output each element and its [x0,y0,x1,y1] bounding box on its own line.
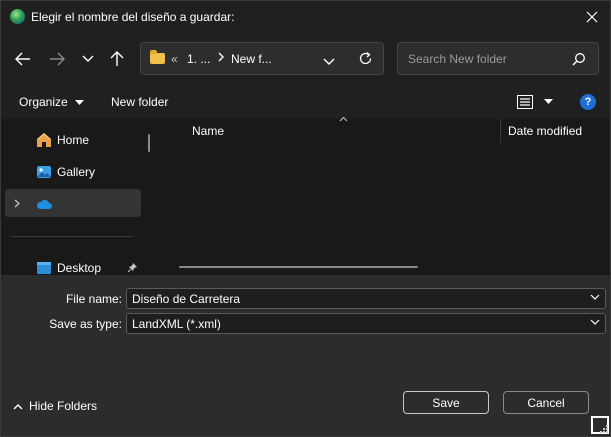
close-button[interactable] [577,3,607,31]
sidebar-item-label: Home [57,133,90,147]
breadcrumb-item[interactable]: 1. ... [187,52,210,66]
organize-label: Organize [19,95,68,109]
save-type-select[interactable]: LandXML (*.xml) [126,313,606,334]
pin-icon[interactable] [127,262,138,273]
forward-button[interactable] [46,48,68,70]
sidebar-item-label: Gallery [57,165,96,179]
folder-icon [150,50,165,64]
search-box[interactable] [397,42,599,75]
horizontal-scrollbar[interactable] [179,266,418,268]
filename-field[interactable]: Diseño de Carretera [126,288,606,309]
address-dropdown-icon[interactable] [323,55,335,69]
search-input[interactable] [406,49,570,69]
back-button[interactable] [12,48,34,70]
gallery-icon [37,166,51,178]
app-icon [10,9,25,24]
chevron-up-icon [13,403,23,409]
chevron-down-icon [82,55,94,62]
up-button[interactable] [106,48,128,70]
help-icon[interactable]: ? [580,94,596,110]
sidebar-item-onedrive[interactable] [5,189,141,217]
arrow-left-icon [15,52,30,66]
navigation-pane: Home Gallery Desktop [1,119,153,275]
sidebar-divider [11,236,133,237]
command-bar: Organize New folder ? [1,87,610,119]
hide-folders-button[interactable]: Hide Folders [13,399,97,413]
resize-grip-icon[interactable] [590,415,610,435]
caret-down-icon [544,99,554,104]
sidebar-scrollbar[interactable] [148,134,150,152]
title-bar: Elegir el nombre del diseño a guardar: [1,1,610,33]
column-divider[interactable] [500,119,501,143]
view-options-button[interactable] [517,95,554,112]
chevron-right-icon[interactable] [14,199,21,208]
breadcrumb-item[interactable]: New f... [231,52,272,66]
new-folder-button[interactable]: New folder [111,95,168,109]
list-view-icon [517,95,533,109]
save-dialog: Elegir el nombre del diseño a guardar: «… [0,0,611,437]
column-header-name[interactable]: Name [192,124,224,138]
breadcrumb-separator-icon [217,51,225,66]
save-type-label: Save as type: [49,317,122,331]
filename-label: File name: [65,292,122,306]
save-button[interactable]: Save [403,391,489,414]
search-icon[interactable] [572,52,586,69]
home-icon [37,133,51,147]
refresh-icon[interactable] [358,51,373,69]
arrow-up-icon [110,51,124,66]
organize-menu[interactable]: Organize [19,95,85,109]
recent-locations-button[interactable] [77,48,99,70]
hide-folders-label: Hide Folders [29,399,98,413]
sidebar-item-label: Desktop [57,261,102,275]
window-title: Elegir el nombre del diseño a guardar: [31,10,235,24]
filename-value[interactable]: Diseño de Carretera [132,292,240,306]
caret-down-icon [75,99,85,105]
cancel-button[interactable]: Cancel [503,391,589,414]
save-type-value: LandXML (*.xml) [132,317,221,331]
column-header-date-modified[interactable]: Date modified [508,124,582,138]
close-icon [586,11,598,23]
breadcrumb-overflow[interactable]: « [171,52,178,66]
onedrive-icon [36,199,52,209]
sort-ascending-icon [339,116,348,122]
sidebar-item-home[interactable]: Home [5,126,141,154]
address-bar[interactable]: « 1. ... New f... [140,42,384,75]
chevron-down-icon[interactable] [590,319,600,326]
browser-pane: Home Gallery Desktop Name Date modified [1,116,610,275]
file-list[interactable]: Name Date modified [161,116,610,275]
desktop-icon [37,262,51,274]
arrow-right-icon [50,52,65,66]
chevron-down-icon[interactable] [590,294,600,301]
navigation-bar: « 1. ... New f... [1,33,610,83]
sidebar-item-gallery[interactable]: Gallery [5,158,141,186]
file-details-panel: File name: Diseño de Carretera Save as t… [1,275,610,436]
